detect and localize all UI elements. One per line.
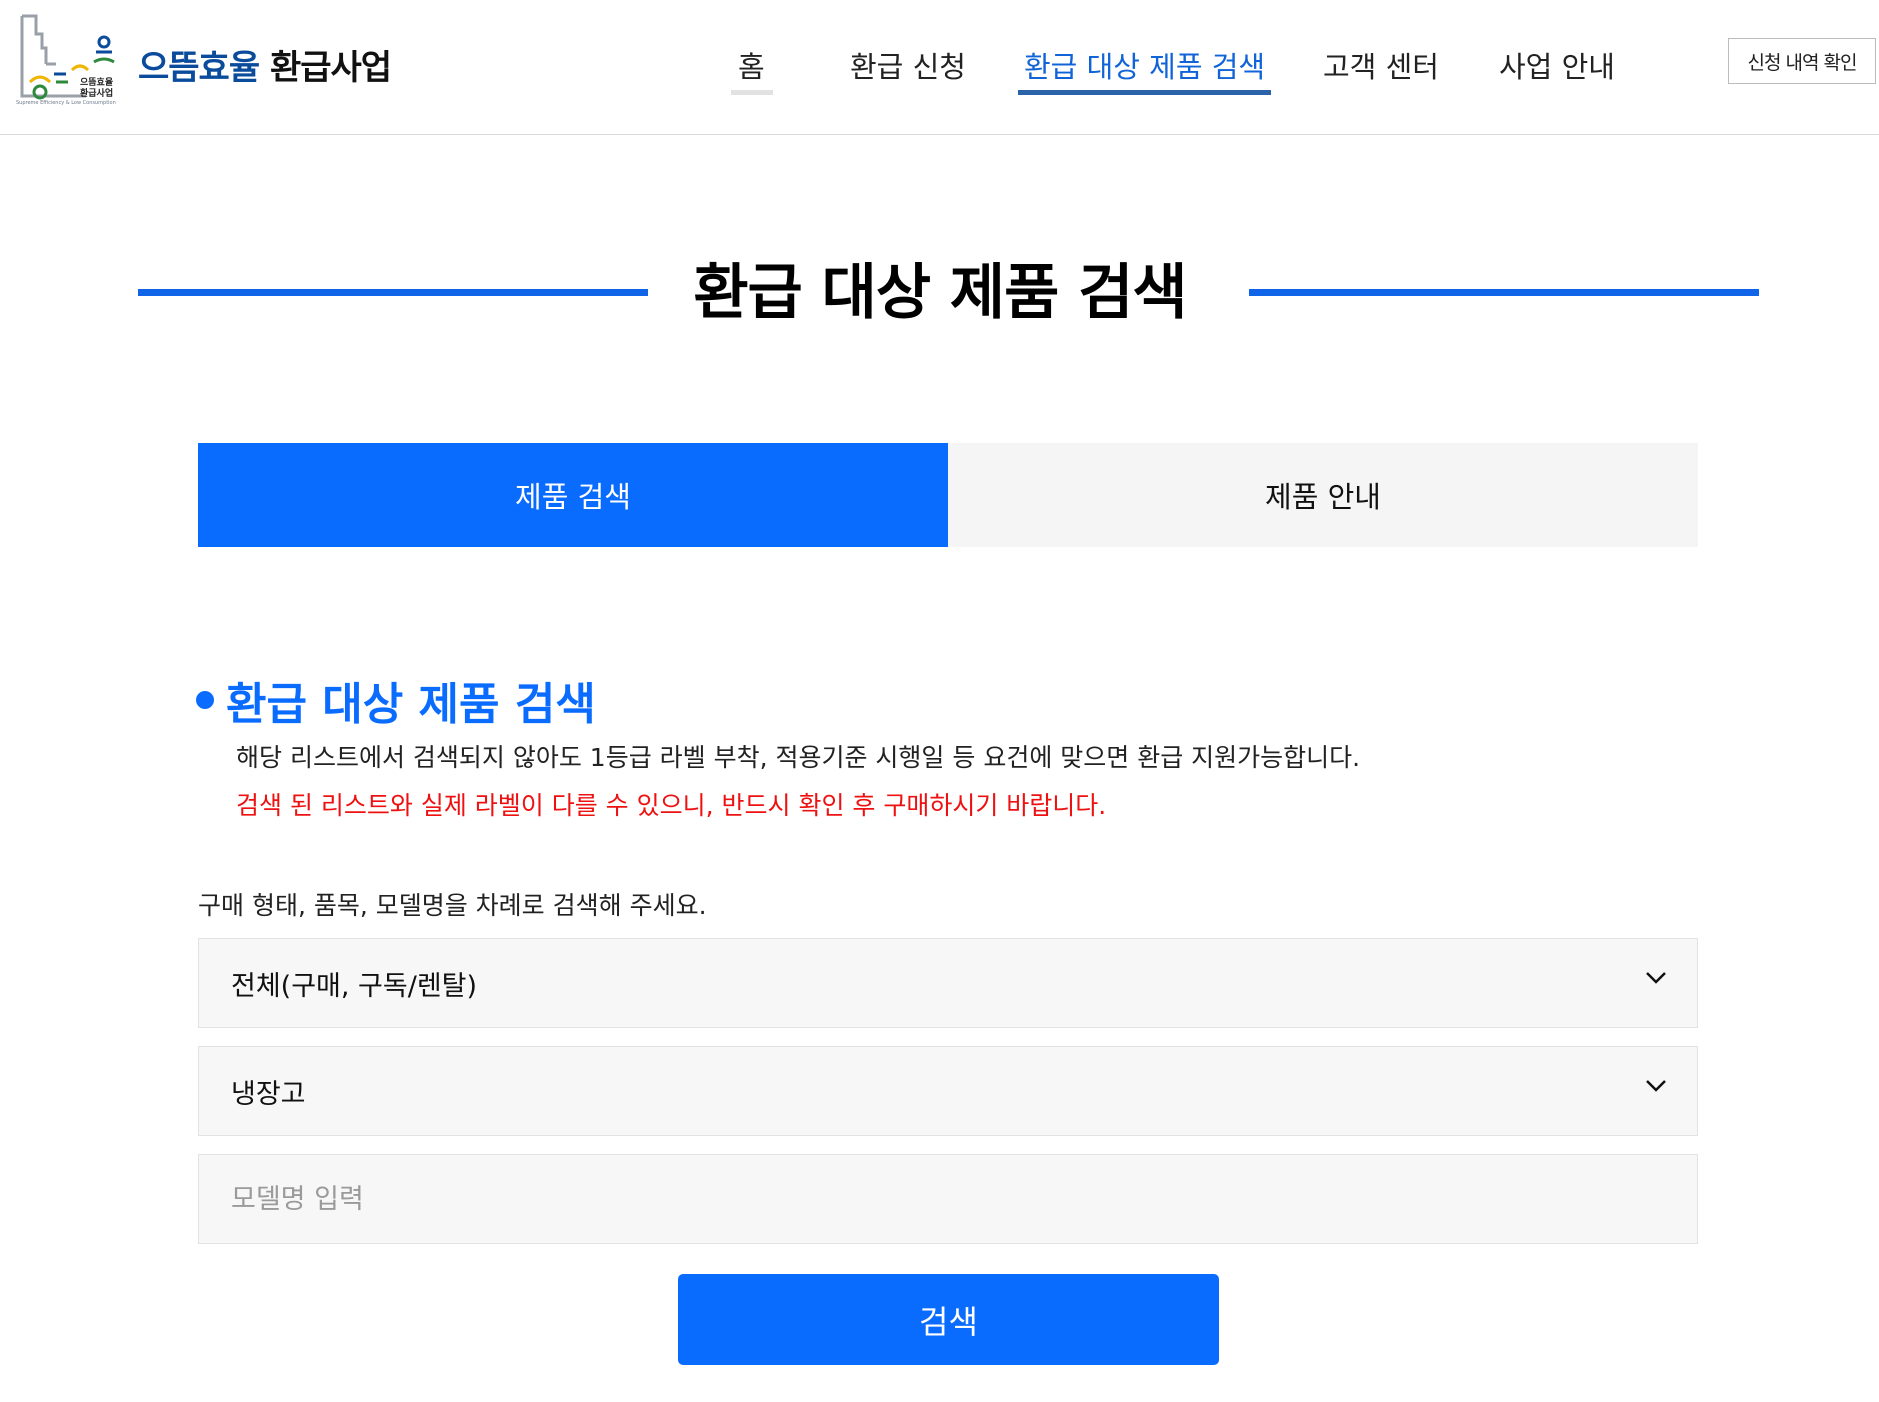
page-title: 환급 대상 제품 검색: [693, 258, 1187, 328]
brand-title[interactable]: 으뜸효율 환급사업: [138, 40, 392, 89]
nav-hover-indicator: [731, 90, 773, 95]
search-button[interactable]: 검색: [678, 1274, 1219, 1365]
tab-product-info[interactable]: 제품 안내: [948, 443, 1698, 547]
purchase-type-select[interactable]: 전체(구매, 구독/렌탈): [198, 938, 1698, 1028]
nav-item-home[interactable]: 홈: [738, 44, 765, 86]
form-guide-text: 구매 형태, 품목, 모델명을 차례로 검색해 주세요.: [198, 891, 707, 920]
page-title-area: 환급 대상 제품 검색: [0, 220, 1879, 360]
nav-item-customer-center[interactable]: 고객 센터: [1323, 44, 1439, 86]
logo-mark-line: 으뜸효율: [80, 78, 114, 88]
section-title-text: 환급 대상 제품 검색: [226, 679, 596, 730]
category-value: 냉장고: [231, 1078, 306, 1110]
title-line-right: [1249, 289, 1759, 296]
nav-item-refund-apply[interactable]: 환급 신청: [850, 44, 966, 86]
bullet-icon: [196, 691, 214, 709]
nav-active-indicator: [1018, 90, 1271, 95]
tab-bar: 제품 검색 제품 안내: [198, 443, 1698, 547]
nav-item-product-search[interactable]: 환급 대상 제품 검색: [1024, 44, 1265, 86]
purchase-type-value: 전체(구매, 구독/렌탈): [231, 970, 478, 1002]
title-line-left: [138, 289, 648, 296]
logo-subtext: Supreme Efficiency & Low Consumption: [16, 100, 116, 106]
nav-item-business-info[interactable]: 사업 안내: [1499, 44, 1615, 86]
site-header: 으뜸효율 환급사업 Supreme Efficiency & Low Consu…: [0, 0, 1879, 135]
site-logo[interactable]: 으뜸효율 환급사업 Supreme Efficiency & Low Consu…: [16, 12, 124, 112]
section-warning: 검색 된 리스트와 실제 라벨이 다를 수 있으니, 반드시 확인 후 구매하시…: [236, 791, 1107, 820]
brand-title-part1: 으뜸효율: [138, 48, 260, 88]
application-history-button[interactable]: 신청 내역 확인: [1728, 38, 1876, 84]
section-description: 해당 리스트에서 검색되지 않아도 1등급 라벨 부착, 적용기준 시행일 등 …: [236, 743, 1361, 772]
category-select[interactable]: 냉장고: [198, 1046, 1698, 1136]
tab-product-search[interactable]: 제품 검색: [198, 443, 948, 547]
chevron-down-icon: [1646, 972, 1666, 984]
brand-title-part2: 환급사업: [269, 48, 392, 88]
section-title: 환급 대상 제품 검색: [196, 668, 596, 732]
model-name-field[interactable]: [198, 1154, 1698, 1244]
chevron-down-icon: [1646, 1080, 1666, 1092]
logo-mark-line: 환급사업: [80, 89, 114, 99]
logo-mark-text: 으뜸효율 환급사업: [80, 78, 113, 100]
model-name-input[interactable]: [231, 1155, 1697, 1243]
